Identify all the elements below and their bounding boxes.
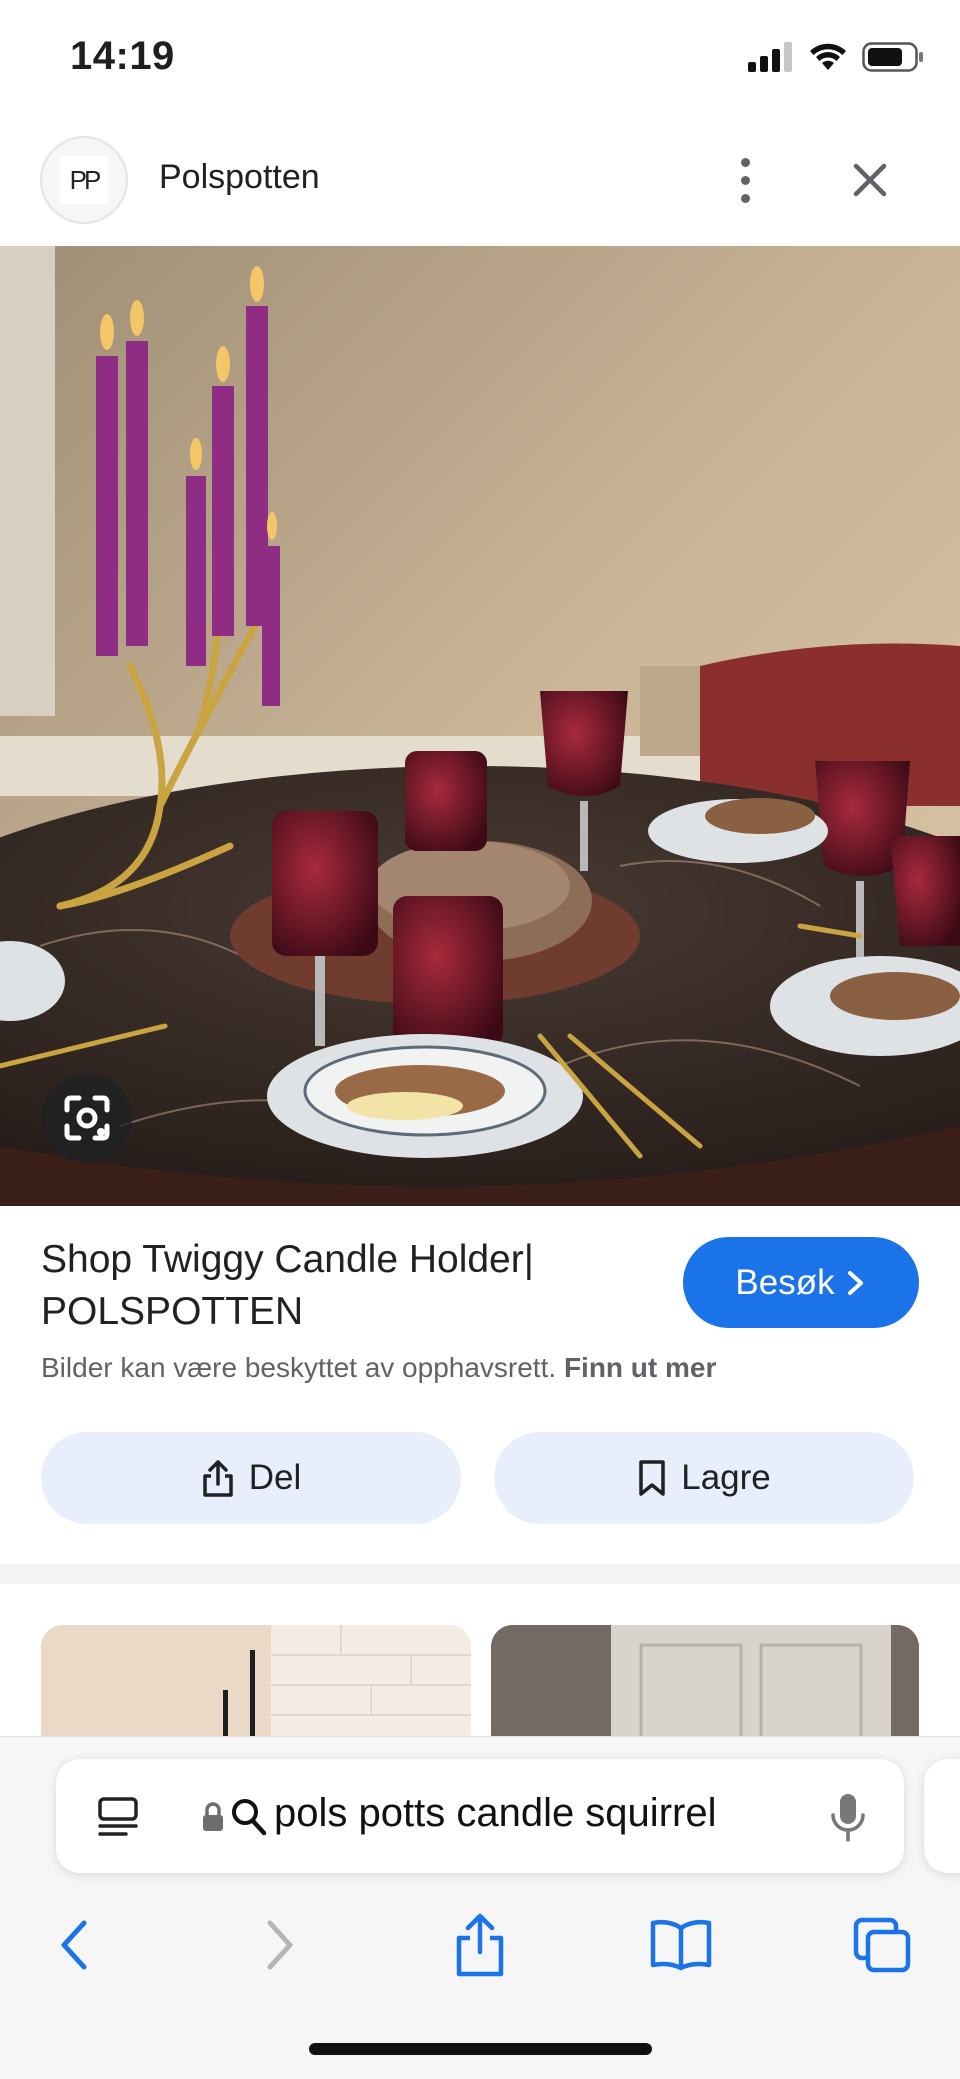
bookmark-icon	[639, 1460, 665, 1496]
back-icon[interactable]	[34, 1905, 114, 1985]
home-indicator[interactable]	[309, 2043, 652, 2055]
reader-icon[interactable]	[96, 1795, 140, 1839]
learn-more-link[interactable]: Finn ut mer	[564, 1352, 716, 1383]
status-bar: 14:19	[0, 0, 960, 120]
status-icons	[748, 42, 924, 72]
save-button[interactable]: Lagre	[494, 1432, 914, 1524]
result-title[interactable]: Shop Twiggy Candle Holder| POLSPOTTEN	[41, 1234, 661, 1338]
lock-icon	[203, 1802, 223, 1831]
bookmarks-icon[interactable]	[641, 1905, 721, 1985]
chevron-right-icon	[847, 1270, 863, 1295]
related-image-2[interactable]	[491, 1625, 919, 1745]
mic-icon[interactable]	[828, 1791, 868, 1843]
site-logo[interactable]: PP	[40, 136, 128, 224]
related-photo-1	[41, 1625, 471, 1745]
hero-photo	[0, 246, 960, 1206]
tabs-icon[interactable]	[842, 1905, 922, 1985]
visit-button[interactable]: Besøk	[683, 1237, 919, 1328]
browser-bottom-bar: pols potts candle squirrel	[0, 1736, 960, 2079]
copyright-notice: Bilder kan være beskyttet av opphavsrett…	[41, 1352, 716, 1384]
address-bar[interactable]: pols potts candle squirrel	[56, 1759, 904, 1873]
copyright-text: Bilder kan være beskyttet av opphavsrett…	[41, 1352, 557, 1383]
divider	[0, 1564, 960, 1584]
battery-icon	[862, 42, 923, 72]
related-photo-2	[491, 1625, 919, 1745]
wifi-icon	[810, 43, 846, 70]
forward-icon[interactable]	[240, 1905, 320, 1985]
save-label: Lagre	[681, 1458, 771, 1497]
status-time: 14:19	[70, 34, 175, 78]
share-page-icon[interactable]	[440, 1905, 520, 1985]
site-name[interactable]: Polspotten	[159, 158, 320, 197]
more-vert-icon[interactable]	[720, 150, 770, 210]
url-text[interactable]: pols potts candle squirrel	[274, 1791, 716, 1836]
hero-image[interactable]	[0, 246, 960, 1206]
lens-icon[interactable]	[42, 1073, 132, 1163]
share-label: Del	[248, 1458, 302, 1497]
related-image-1[interactable]	[41, 1625, 471, 1745]
share-icon	[202, 1460, 233, 1497]
close-icon[interactable]	[842, 152, 898, 208]
search-icon	[232, 1799, 267, 1836]
next-tab-address-bar[interactable]	[924, 1759, 960, 1873]
signal-icon	[748, 42, 792, 72]
share-button[interactable]: Del	[41, 1432, 461, 1524]
site-header: PP Polspotten	[0, 130, 960, 246]
site-logo-text: PP	[60, 156, 108, 204]
visit-label: Besøk	[735, 1262, 835, 1302]
